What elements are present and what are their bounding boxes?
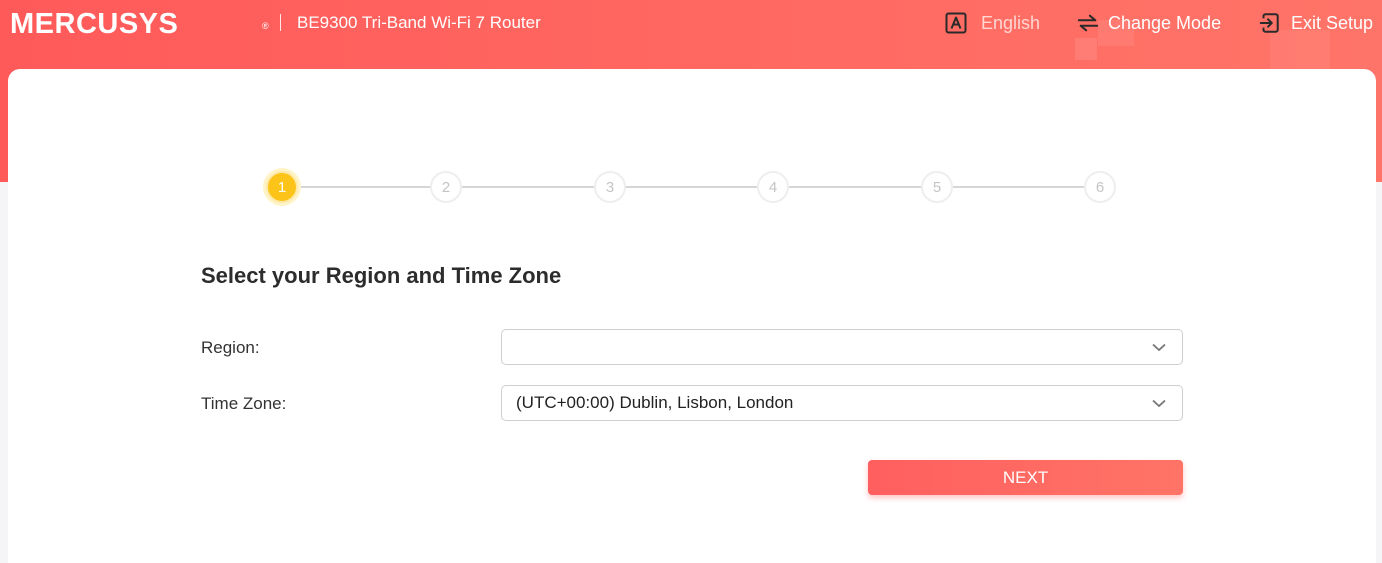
step-5: 5	[921, 171, 953, 203]
next-button[interactable]: NEXT	[868, 460, 1183, 495]
exit-setup-button[interactable]: Exit Setup	[1258, 12, 1373, 34]
logo-registered-mark: ®	[262, 21, 270, 31]
language-icon	[945, 12, 967, 34]
timezone-value: (UTC+00:00) Dublin, Lisbon, London	[516, 393, 794, 412]
change-mode-button[interactable]: Change Mode	[1077, 12, 1221, 34]
chevron-down-icon	[1150, 338, 1168, 356]
top-header: MERCUSYS ® BE9300 Tri-Band Wi-Fi 7 Route…	[0, 0, 1382, 46]
step-6: 6	[1084, 171, 1116, 203]
chevron-down-icon	[1150, 394, 1168, 412]
region-label: Region:	[201, 338, 260, 357]
page-title: Select your Region and Time Zone	[201, 263, 562, 288]
step-2: 2	[430, 171, 462, 203]
step-4: 4	[757, 171, 789, 203]
region-select[interactable]	[501, 329, 1183, 365]
language-label: English	[981, 12, 1041, 33]
language-selector[interactable]: English	[945, 12, 1040, 34]
timezone-select[interactable]: (UTC+00:00) Dublin, Lisbon, London	[501, 385, 1183, 421]
header-divider	[280, 14, 281, 31]
brand-logo: MERCUSYS ®	[10, 8, 269, 40]
product-name: BE9300 Tri-Band Wi-Fi 7 Router	[297, 13, 541, 32]
timezone-label: Time Zone:	[201, 394, 287, 413]
swap-icon	[1077, 12, 1099, 34]
step-1: 1	[266, 171, 298, 203]
exit-icon	[1258, 12, 1280, 34]
exit-setup-label: Exit Setup	[1291, 12, 1374, 33]
logo-text: MERCUSYS	[10, 8, 179, 40]
step-3: 3	[594, 171, 626, 203]
change-mode-label: Change Mode	[1108, 12, 1222, 33]
